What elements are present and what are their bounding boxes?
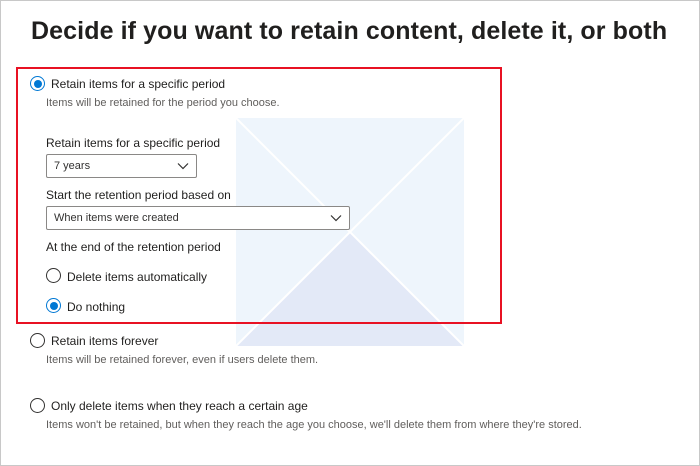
retain-forever-label: Retain items forever [51,334,159,348]
retain-forever-description: Items will be retained forever, even if … [46,354,319,366]
start-dropdown-value: When items were created [54,212,179,224]
retain-period-label: Retain items for a specific period [51,77,226,91]
delete-automatically-label: Delete items automatically [67,270,208,284]
chevron-down-icon [330,215,342,222]
delete-only-description: Items won't be retained, but when they r… [46,419,582,431]
retain-period-radio[interactable] [30,76,45,91]
delete-automatically-radio[interactable] [46,268,61,283]
delete-only-radio[interactable] [30,398,45,413]
retain-period-description: Items will be retained for the period yo… [46,97,280,109]
chevron-down-icon [177,163,189,170]
delete-only-label: Only delete items when they reach a cert… [51,399,308,413]
screenshot-frame [0,0,700,466]
start-field-label: Start the retention period based on [46,188,231,202]
start-dropdown[interactable]: When items were created [46,206,350,230]
period-field-label: Retain items for a specific period [46,136,221,150]
retain-forever-radio[interactable] [30,333,45,348]
period-dropdown-value: 7 years [54,160,91,172]
end-field-label: At the end of the retention period [46,240,221,254]
page-title: Decide if you want to retain content, de… [31,17,668,45]
do-nothing-radio[interactable] [46,298,61,313]
period-dropdown[interactable]: 7 years [46,154,197,178]
do-nothing-label: Do nothing [67,300,126,314]
